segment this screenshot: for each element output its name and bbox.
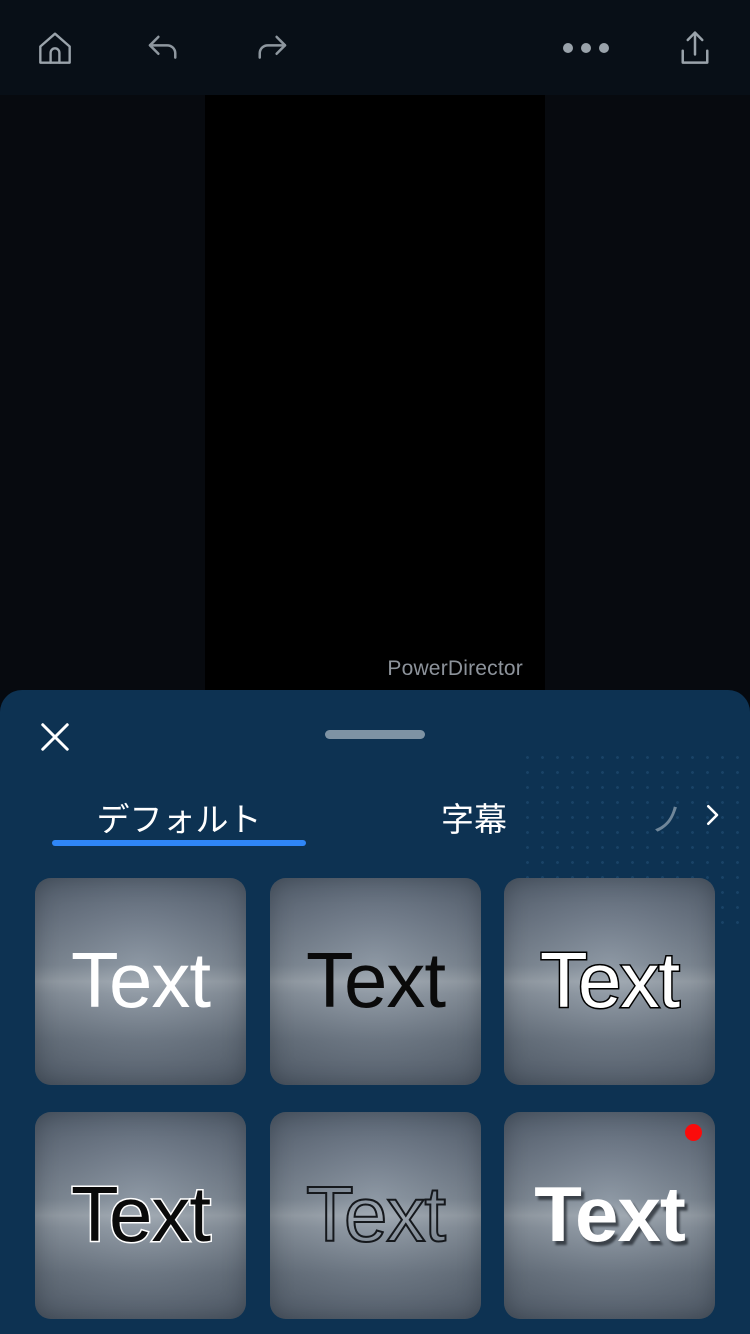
share-icon xyxy=(672,25,718,71)
sheet-drag-handle[interactable] xyxy=(325,730,425,739)
more-options-button[interactable] xyxy=(543,0,629,95)
text-style-thumb[interactable]: Text xyxy=(35,878,246,1085)
text-style-thumb[interactable]: Text xyxy=(270,878,481,1085)
tab-subtitle[interactable]: 字幕 xyxy=(356,783,592,851)
tab-overflow-label: ノ xyxy=(650,801,684,838)
top-toolbar xyxy=(0,0,750,95)
undo-icon xyxy=(140,25,186,71)
tab-subtitle-label: 字幕 xyxy=(441,801,507,838)
redo-icon xyxy=(249,25,295,71)
close-button[interactable] xyxy=(26,710,84,768)
new-badge-icon xyxy=(685,1124,702,1141)
text-style-preview-label: Text xyxy=(69,1169,212,1258)
tab-default-label: デフォルト xyxy=(96,801,262,838)
text-style-preview-label: Text xyxy=(70,935,211,1024)
home-icon xyxy=(33,26,77,70)
tab-active-indicator xyxy=(52,840,306,846)
more-icon xyxy=(563,42,609,53)
app-root: PowerDirector デフォルト 字幕 ノ Text Text Text … xyxy=(0,0,750,1334)
undo-button[interactable] xyxy=(120,0,206,95)
text-style-thumb[interactable]: Text xyxy=(270,1112,481,1319)
text-style-thumb[interactable]: Text xyxy=(504,878,715,1085)
text-style-grid: Text Text Text Text Text Text xyxy=(0,878,750,1334)
chevron-right-icon xyxy=(697,800,727,835)
home-button[interactable] xyxy=(12,0,98,95)
watermark-label: PowerDirector xyxy=(387,657,523,680)
export-button[interactable] xyxy=(652,0,738,95)
tabs-next-button[interactable] xyxy=(692,797,732,837)
text-style-preview-label: Text xyxy=(534,1169,686,1258)
text-style-thumb[interactable]: Text xyxy=(35,1112,246,1319)
text-style-preview-label: Text xyxy=(305,935,446,1024)
text-style-preview-label: Text xyxy=(538,935,681,1024)
redo-button[interactable] xyxy=(229,0,315,95)
preview-area: PowerDirector xyxy=(0,95,750,690)
text-style-thumb[interactable]: Text xyxy=(504,1112,715,1319)
close-icon xyxy=(34,716,76,763)
video-canvas[interactable]: PowerDirector xyxy=(205,95,545,690)
text-style-preview-label: Text xyxy=(305,1169,447,1258)
